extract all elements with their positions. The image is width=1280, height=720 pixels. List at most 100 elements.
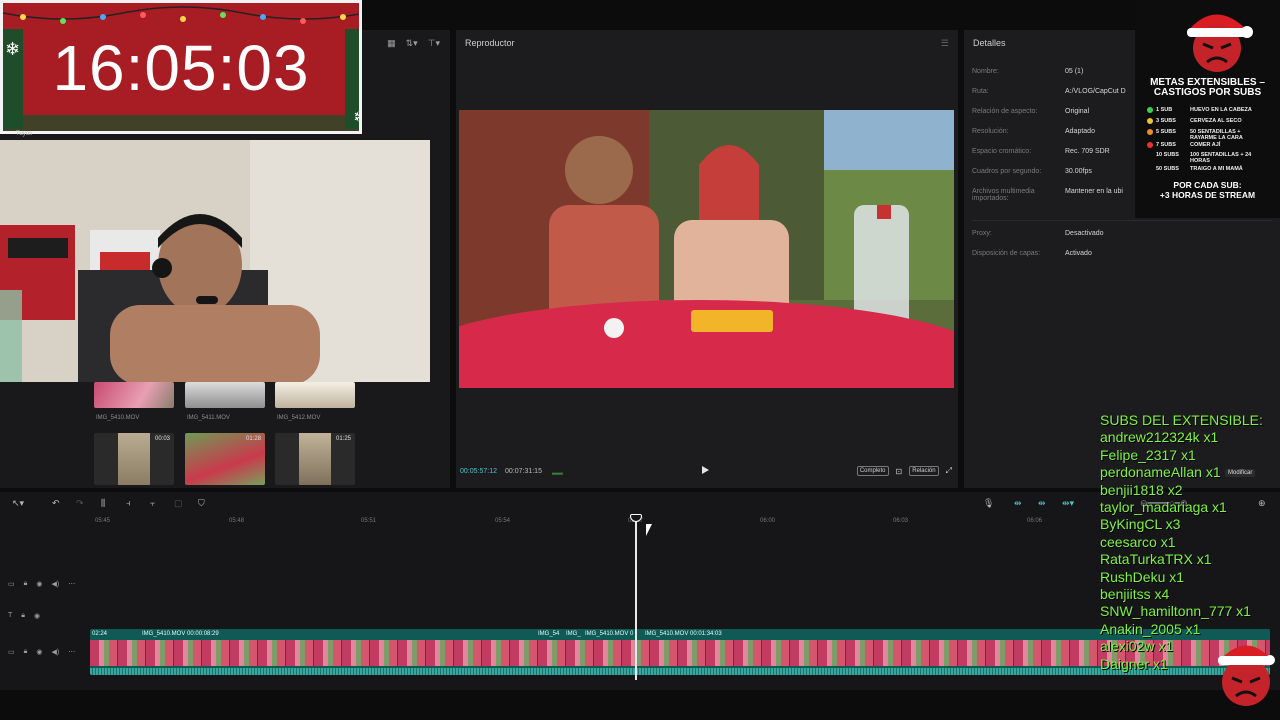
sub-entry: andrew212324k x1: [1100, 429, 1219, 446]
media-thumb[interactable]: [94, 382, 174, 408]
details-divider: [972, 220, 1272, 221]
split-right-icon[interactable]: ⫟: [150, 498, 155, 508]
preview-axis-icon[interactable]: ⇹▾: [1062, 498, 1074, 508]
volume-icon[interactable]: ◀): [51, 648, 59, 656]
clip-audio-waveform: [90, 668, 1270, 675]
media-thumb-duration: 01:25: [335, 436, 351, 442]
player-menu-icon[interactable]: ☰: [941, 38, 949, 49]
media-thumb[interactable]: [275, 382, 355, 408]
track-controls-audio: ▭ 🔒︎ ◉ ◀) ⋯: [8, 580, 75, 588]
microphone-icon[interactable]: 🎙: [983, 498, 994, 508]
goal-amount: 5 SUBS: [1156, 129, 1176, 135]
stream-clock: 16:05:03: [52, 32, 310, 104]
redo-icon[interactable]: ↷: [76, 498, 84, 508]
goal-task: COMER AJÍ: [1190, 142, 1221, 148]
lock-icon[interactable]: 🔒︎: [24, 580, 28, 588]
ruler-label: 06:03: [893, 518, 909, 524]
sub-entry: Felipe_2317 x1: [1100, 446, 1196, 463]
text-track-icon: T: [8, 612, 13, 619]
playhead[interactable]: [635, 516, 637, 680]
goal-amount: 3 SUBS: [1156, 118, 1176, 124]
goal-dot: [1147, 107, 1153, 113]
lock-icon[interactable]: 🔒︎: [21, 612, 25, 620]
sub-entry: RushDeku x1: [1100, 568, 1185, 585]
detail-label: Resolución:: [972, 128, 1009, 135]
ratio-button[interactable]: Relación: [909, 466, 939, 476]
split-left-icon[interactable]: ⫞: [126, 498, 131, 508]
snap-icon[interactable]: ⇹: [1038, 498, 1046, 508]
undo-icon[interactable]: ↶: [52, 498, 60, 508]
select-tool-icon[interactable]: ↖▾: [12, 498, 24, 508]
media-thumb[interactable]: 01:25: [275, 433, 355, 485]
goal-task: 100 SENTADILLAS + 24 HORAS: [1190, 152, 1252, 164]
goal-amount: 7 SUBS: [1156, 142, 1176, 148]
grid-view-icon[interactable]: ▦: [387, 38, 396, 49]
modify-button[interactable]: Modificar: [1225, 469, 1256, 477]
media-thumb-name: IMG_5411.MOV: [187, 415, 230, 421]
marker-icon[interactable]: ⛉: [198, 498, 205, 508]
player-header: Reproductor ☰: [456, 30, 958, 56]
snapshot-icon[interactable]: ⊡: [896, 467, 903, 476]
goal-row: 50 SUBS TRAIGO A MI MAMÁ: [1147, 166, 1279, 172]
media-tab-label[interactable]: Tuyos: [16, 131, 32, 137]
visibility-icon[interactable]: ◉: [36, 580, 42, 588]
goal-row: 5 SUBS 50 SENTADILLAS + RAYARME LA CARA: [1147, 129, 1279, 141]
media-thumb-duration: 00:03: [154, 436, 170, 442]
fullscreen-icon[interactable]: ⤢: [946, 466, 952, 476]
goal-dot: [1147, 142, 1153, 148]
detail-value[interactable]: Desactivado: [1065, 230, 1104, 237]
detail-value: Original: [1065, 108, 1090, 115]
total-timecode: 00:07:31:15: [504, 467, 542, 475]
angry-santa-emoji: [1218, 645, 1275, 706]
media-thumb[interactable]: 01:28: [185, 433, 265, 485]
play-icon[interactable]: [702, 466, 709, 474]
goal-task: 50 SENTADILLAS + RAYARME LA CARA: [1190, 129, 1243, 141]
media-toolbar: ▦ ⇅▾ ⊤▾: [387, 38, 440, 49]
player-controls: 00:05:57:12 00:07:31:15 ▂▂ Completo ⊡ Re…: [456, 462, 958, 480]
delete-icon[interactable]: ▢: [174, 498, 183, 508]
complete-view-button[interactable]: Completo: [856, 466, 889, 476]
sub-entry: SNW_hamiltonn_777 x1: [1100, 603, 1251, 620]
detail-value[interactable]: Activado: [1065, 250, 1092, 257]
link-icon[interactable]: ⇹: [1014, 498, 1022, 508]
timeline-ruler[interactable]: 05:45 05:48 05:51 05:54 05:57 06:00 06:0…: [90, 514, 1270, 528]
goal-amount: 50 SUBS: [1156, 166, 1179, 172]
detail-value[interactable]: Mantener en la ubi: [1065, 188, 1123, 202]
more-icon[interactable]: ⋯: [68, 648, 75, 656]
video-frame-image: [459, 110, 954, 388]
angry-santa-emoji: [1187, 14, 1253, 72]
media-thumb[interactable]: [185, 382, 265, 408]
detail-label: Disposición de capas:: [972, 250, 1041, 257]
track-controls-video: ▭ 🔒︎ ◉ ◀) ⋯: [8, 648, 75, 656]
main-video-track[interactable]: 02:24 IMG_5410.MOV 00:00:08:29 IMG_54 IM…: [90, 629, 1270, 675]
sub-entry: RataTurkaTRX x1: [1100, 551, 1212, 568]
clip-label: IMG_54: [538, 631, 560, 637]
goals-footer: POR CADA SUB: +3 HORAS DE STREAM: [1159, 180, 1256, 200]
detail-value[interactable]: 05 (1): [1065, 68, 1083, 75]
clip-label: IMG_5410.MOV 0: [585, 631, 634, 637]
player-video-frame[interactable]: [459, 110, 954, 388]
detail-value: 30.00fps: [1065, 168, 1092, 175]
more-icon[interactable]: ⋯: [68, 580, 75, 588]
filter-icon[interactable]: ⊤▾: [428, 38, 440, 49]
visibility-icon[interactable]: ◉: [34, 612, 40, 620]
detail-value: Rec. 709 SDR: [1065, 148, 1110, 155]
lock-icon[interactable]: 🔒︎: [24, 648, 28, 656]
sort-icon[interactable]: ⇅▾: [406, 38, 418, 49]
mouse-cursor-icon: [646, 524, 652, 536]
clip-thumbnails: [90, 640, 1270, 666]
media-thumb-name: IMG_5412.MOV: [277, 415, 321, 421]
goal-dot: [1147, 166, 1153, 172]
media-thumb[interactable]: 00:03: [94, 433, 174, 485]
svg-text:❄: ❄: [353, 107, 362, 128]
goal-task: CERVEZA AL SECO: [1190, 118, 1242, 124]
split-icon[interactable]: ⫼: [101, 498, 105, 508]
ruler-label: 05:45: [95, 518, 111, 524]
visibility-icon[interactable]: ◉: [36, 648, 42, 656]
detail-label: Archivos multimedia importados:: [972, 188, 1035, 202]
volume-icon[interactable]: ◀): [51, 580, 59, 588]
track-controls-text: T 🔒︎ ◉: [8, 612, 40, 620]
goal-dot: [1147, 118, 1153, 124]
detail-label: Espacio cromático:: [972, 148, 1032, 155]
detail-row-layers: Disposición de capas: Activado: [972, 250, 1272, 257]
